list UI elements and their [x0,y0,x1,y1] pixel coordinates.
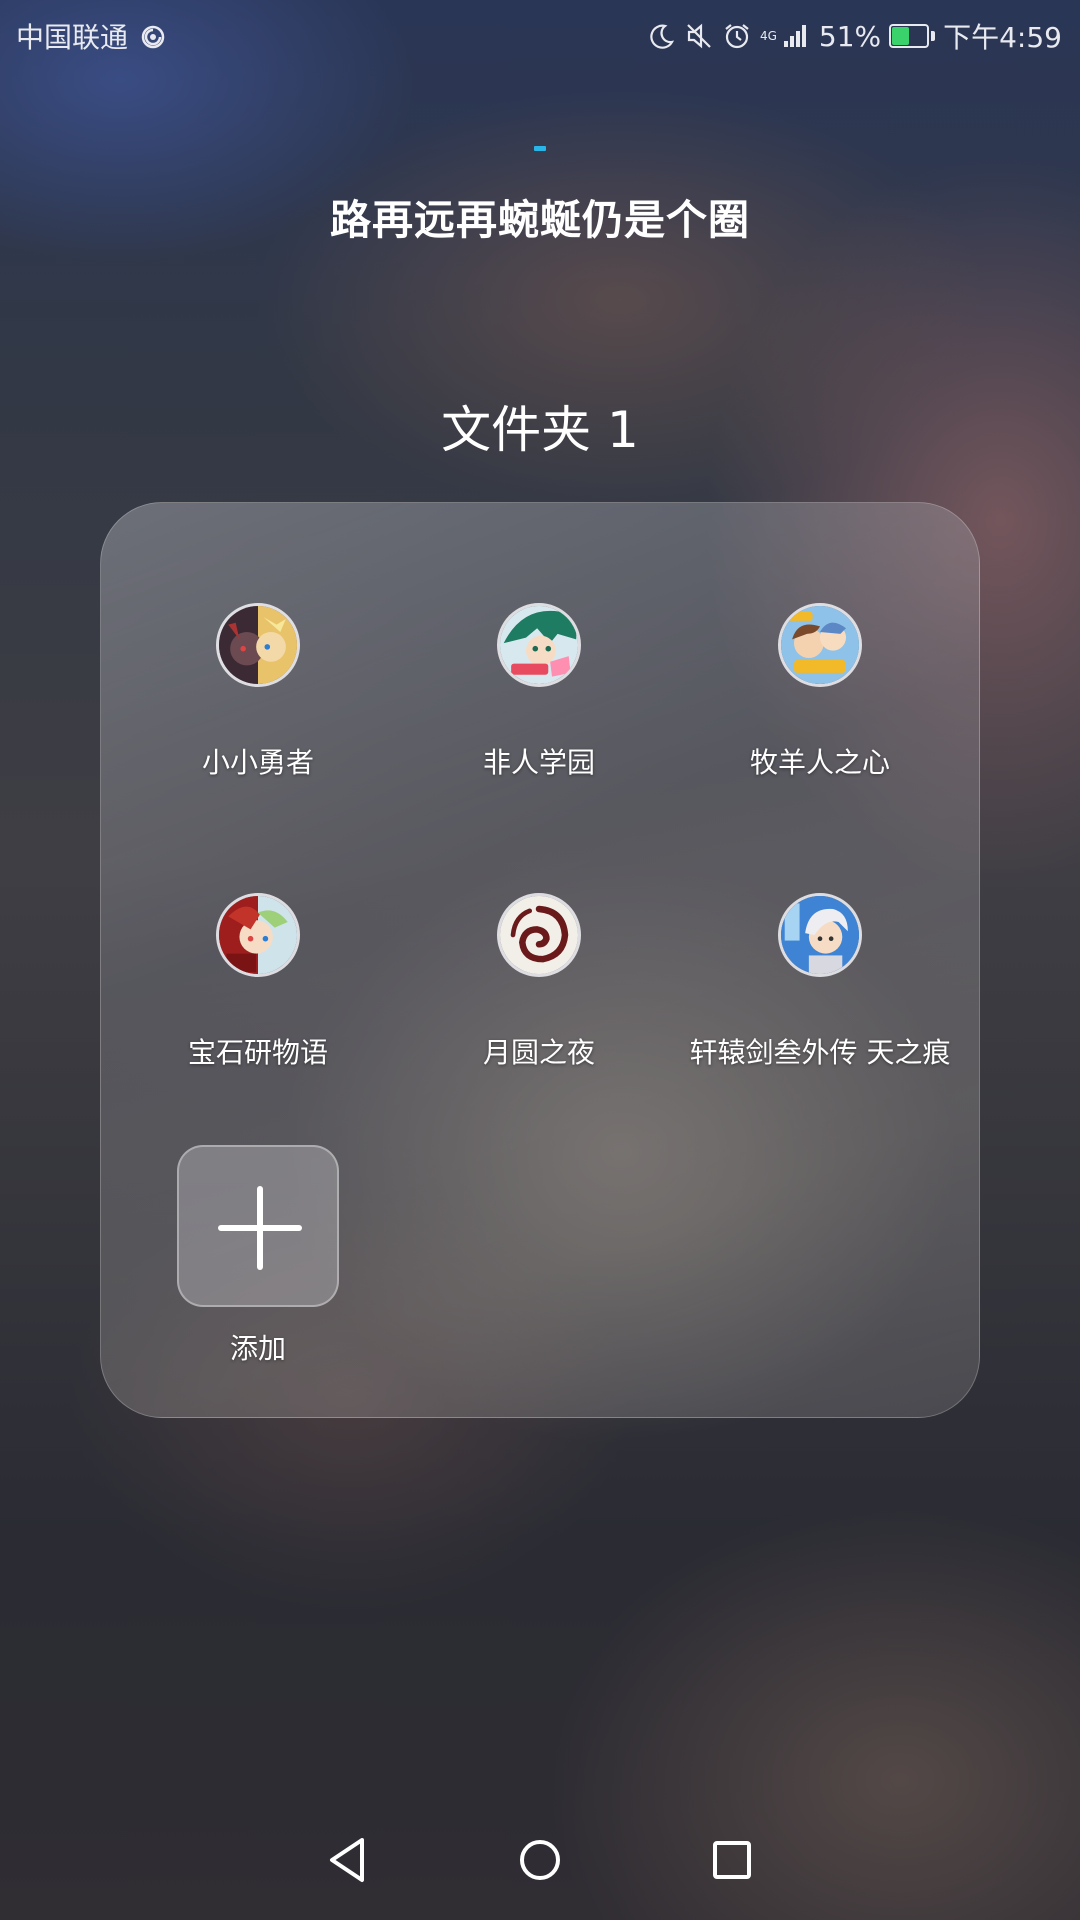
back-icon[interactable] [318,1830,378,1890]
app-label: 非人学园 [482,746,595,779]
app-label: 轩辕剑叁外传 天之痕 [689,1036,951,1069]
alarm-icon [722,21,752,51]
app-feiren-xueyuan[interactable]: 非人学园 [399,603,679,781]
add-app[interactable]: 添加 [118,1145,398,1367]
header-title: 路再远再蜿蜒仍是个圈 [330,196,750,244]
status-bar: 中国联通 4G 51% 下午4:59 [0,0,1080,72]
app-baoshi-yanwuyu[interactable]: 宝石研物语 [118,893,398,1071]
hotspot-icon [138,21,168,51]
app-yueyuan-zhiye[interactable]: 月圆之夜 [399,893,679,1071]
carrier-name: 中国联通 [16,21,129,54]
mute-icon [684,21,714,51]
status-left: 中国联通 [16,16,168,56]
app-xiaoxiao-yongzhe[interactable]: 小小勇者 [118,603,398,781]
app-icon-feiren-xueyuan[interactable] [497,603,581,687]
battery-icon [889,24,936,48]
signal-icon [781,21,811,51]
app-label: 月圆之夜 [482,1036,595,1069]
app-label: 小小勇者 [201,746,314,779]
app-muyangren-zhixin[interactable]: 牧羊人之心 [680,603,960,781]
app-label: 牧羊人之心 [749,746,890,779]
folder-name[interactable]: 文件夹 1 [0,390,1080,462]
app-icon-yueyuan-zhiye[interactable] [497,893,581,977]
app-label: 宝石研物语 [187,1036,328,1069]
home-icon[interactable] [510,1830,570,1890]
navigation-bar [0,1820,1080,1910]
moon-icon [646,21,676,51]
accent-dash [534,146,546,151]
add-button[interactable] [177,1145,339,1307]
clock: 下午4:59 [943,21,1062,54]
app-icon-xuanyuanjian[interactable] [778,893,862,977]
app-icon-muyangren-zhixin[interactable] [778,603,862,687]
battery-percent: 51% [818,19,882,53]
network-type: 4G [759,29,777,43]
status-right: 4G 51% 下午4:59 [646,16,1062,56]
app-xuanyuanjian[interactable]: 轩辕剑叁外传 天之痕 [680,893,960,1071]
add-label: 添加 [229,1332,286,1365]
app-icon-xiaoxiao-yongzhe[interactable] [216,603,300,687]
folder-panel: 小小勇者 非人学园 牧羊人之心 宝石研物语 月圆之夜 轩辕剑叁外传 天之痕 添加 [100,502,980,1418]
app-icon-baoshi-yanwuyu[interactable] [216,893,300,977]
recents-icon[interactable] [702,1830,762,1890]
